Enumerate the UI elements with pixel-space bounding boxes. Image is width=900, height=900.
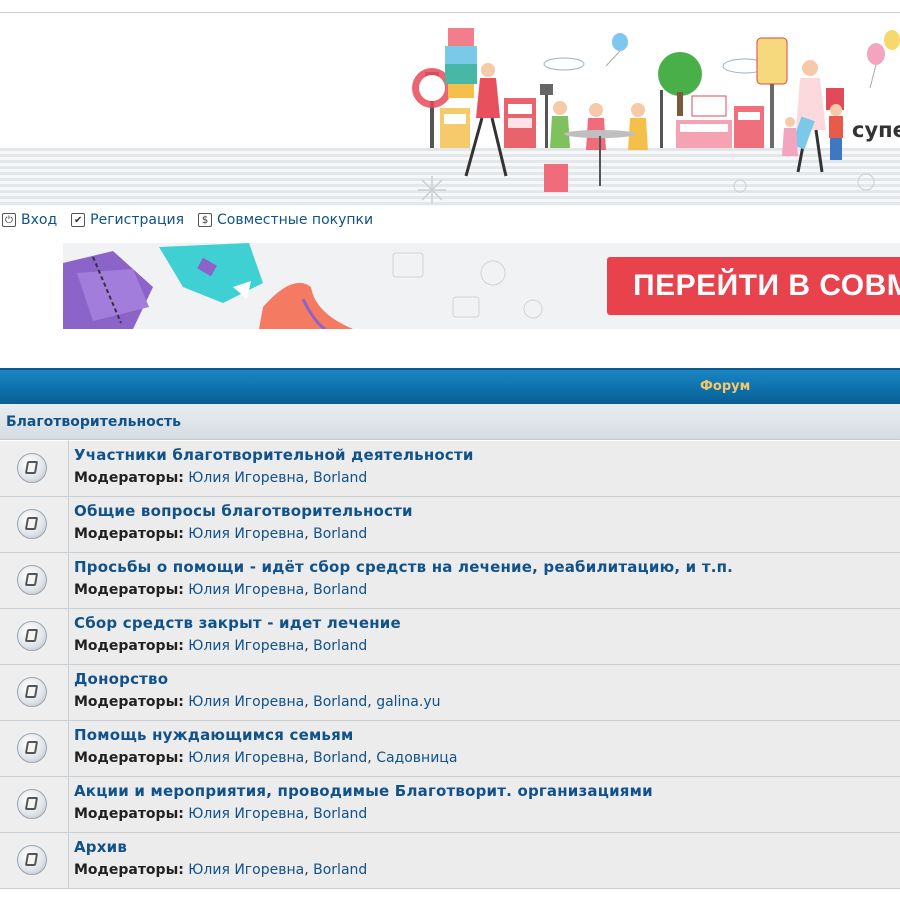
- forum-read-icon: [17, 621, 47, 651]
- moderator-link[interactable]: Садовница: [376, 750, 457, 766]
- moderator-link[interactable]: galina.yu: [376, 694, 440, 710]
- joint-purchases-link[interactable]: $ Совместные покупки: [198, 212, 373, 228]
- page: супе ⏻ Вход ✔ Регистрация $ Совместные п…: [0, 0, 900, 900]
- moderators-label: Модераторы:: [74, 526, 184, 542]
- moderator-link[interactable]: Borland: [313, 526, 367, 542]
- go-to-joint-purchases-button[interactable]: ПЕРЕЙТИ В СОВМ: [607, 257, 900, 315]
- moderator-link[interactable]: Borland: [313, 750, 367, 766]
- promo-banner[interactable]: ПЕРЕЙТИ В СОВМ: [63, 243, 900, 329]
- moderator-link[interactable]: Borland: [313, 806, 367, 822]
- forum-moderators: Модераторы: Юлия Игоревна, Borland: [74, 806, 368, 822]
- forum-moderators: Модераторы: Юлия Игоревна, Borland: [74, 638, 368, 654]
- dollar-icon: $: [198, 213, 213, 227]
- top-nav: ⏻ Вход ✔ Регистрация $ Совместные покупк…: [0, 208, 900, 232]
- moderator-link[interactable]: Юлия Игоревна: [188, 526, 304, 542]
- forum-moderators: Модераторы: Юлия Игоревна, Borland, gali…: [74, 694, 441, 710]
- forum-header-bar: Форум: [0, 368, 900, 404]
- forum-moderators: Модераторы: Юлия Игоревна, Borland: [74, 582, 368, 598]
- forum-moderators: Модераторы: Юлия Игоревна, Borland: [74, 470, 368, 486]
- forum-title-link[interactable]: Помощь нуждающимся семьям: [74, 726, 353, 744]
- login-label: Вход: [21, 212, 58, 228]
- moderators-label: Модераторы:: [74, 750, 184, 766]
- forum-title-link[interactable]: Архив: [74, 838, 127, 856]
- moderator-link[interactable]: Borland: [313, 862, 367, 878]
- forum-icon-cell: [0, 609, 69, 664]
- moderator-link[interactable]: Borland: [313, 470, 367, 486]
- forum-read-icon: [17, 845, 47, 875]
- category-row: Благотворительность: [0, 404, 900, 440]
- header-banner: супе: [0, 0, 900, 207]
- moderators-label: Модераторы:: [74, 638, 184, 654]
- category-link[interactable]: Благотворительность: [6, 414, 181, 430]
- forum-icon-cell: [0, 553, 69, 608]
- forum-title-link[interactable]: Донорство: [74, 670, 168, 688]
- forum-icon-cell: [0, 665, 69, 720]
- forum-row: Сбор средств закрыт - идет лечение Модера…: [0, 609, 900, 665]
- forum-icon-cell: [0, 497, 69, 552]
- moderator-link[interactable]: Юлия Игоревна: [188, 750, 304, 766]
- forum-title-link[interactable]: Общие вопросы благотворительности: [74, 502, 413, 520]
- forum-row: Помощь нуждающимся семьям Модераторы: Юли…: [0, 721, 900, 777]
- forum-read-icon: [17, 677, 47, 707]
- forum-row: Участники благотворительной деятельности…: [0, 441, 900, 497]
- forum-row: Архив Модераторы: Юлия Игоревна, Borland: [0, 833, 900, 889]
- forum-column-title: Форум: [700, 379, 751, 394]
- moderators-label: Модераторы:: [74, 862, 184, 878]
- forum-icon-cell: [0, 833, 69, 888]
- moderator-link[interactable]: Юлия Игоревна: [188, 862, 304, 878]
- moderators-label: Модераторы:: [74, 694, 184, 710]
- forum-list: Участники благотворительной деятельности…: [0, 441, 900, 889]
- forum-moderators: Модераторы: Юлия Игоревна, Borland, Садо…: [74, 750, 458, 766]
- moderators-label: Модераторы:: [74, 806, 184, 822]
- moderator-link[interactable]: Юлия Игоревна: [188, 638, 304, 654]
- moderator-link[interactable]: Юлия Игоревна: [188, 806, 304, 822]
- forum-title-link[interactable]: Участники благотворительной деятельности: [74, 446, 474, 464]
- forum-row: Акции и мероприятия, проводимые Благотво…: [0, 777, 900, 833]
- moderator-link[interactable]: Borland: [313, 694, 367, 710]
- moderator-link[interactable]: Юлия Игоревна: [188, 582, 304, 598]
- forum-icon-cell: [0, 721, 69, 776]
- forum-read-icon: [17, 509, 47, 539]
- moderator-link[interactable]: Borland: [313, 582, 367, 598]
- forum-icon-cell: [0, 441, 69, 496]
- register-checkbox-icon: ✔: [71, 213, 86, 227]
- forum-moderators: Модераторы: Юлия Игоревна, Borland: [74, 862, 368, 878]
- brand-wordmark: супе: [852, 118, 900, 142]
- forum-read-icon: [17, 733, 47, 763]
- forum-row: Просьбы о помощи - идёт сбор средств на …: [0, 553, 900, 609]
- forum-read-icon: [17, 565, 47, 595]
- joint-purchases-label: Совместные покупки: [217, 212, 374, 228]
- moderator-link[interactable]: Юлия Игоревна: [188, 470, 304, 486]
- moderator-link[interactable]: Юлия Игоревна: [188, 694, 304, 710]
- forum-title-link[interactable]: Просьбы о помощи - идёт сбор средств на …: [74, 558, 733, 576]
- forum-row: Донорство Модераторы: Юлия Игоревна, Borl…: [0, 665, 900, 721]
- forum-icon-cell: [0, 777, 69, 832]
- login-icon: ⏻: [2, 213, 16, 227]
- forum-title-link[interactable]: Акции и мероприятия, проводимые Благотво…: [74, 782, 653, 800]
- forum-read-icon: [17, 453, 47, 483]
- forum-moderators: Модераторы: Юлия Игоревна, Borland: [74, 526, 368, 542]
- login-link[interactable]: ⏻ Вход: [2, 212, 57, 228]
- register-link[interactable]: ✔ Регистрация: [71, 212, 184, 228]
- register-label: Регистрация: [90, 212, 185, 228]
- forum-title-link[interactable]: Сбор средств закрыт - идет лечение: [74, 614, 401, 632]
- moderator-link[interactable]: Borland: [313, 638, 367, 654]
- forum-read-icon: [17, 789, 47, 819]
- promo-illustration: [63, 243, 543, 329]
- moderators-label: Модераторы:: [74, 582, 184, 598]
- moderators-label: Модераторы:: [74, 470, 184, 486]
- forum-row: Общие вопросы благотворительности Модерат…: [0, 497, 900, 553]
- shopping-illustration: [412, 28, 900, 204]
